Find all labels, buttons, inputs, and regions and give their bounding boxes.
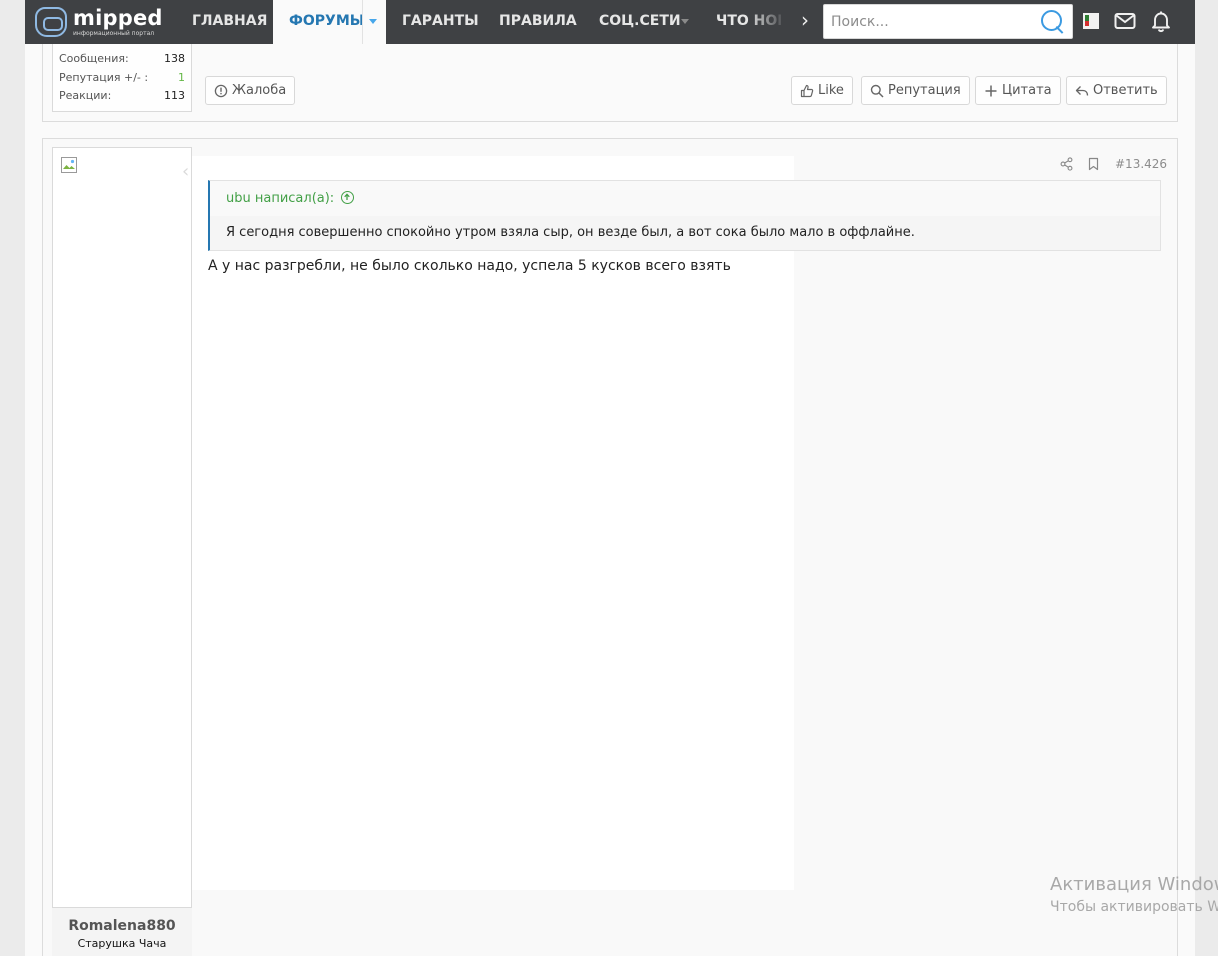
report-button[interactable]: Жалоба <box>205 76 296 105</box>
arrow-up-circle-icon[interactable] <box>341 191 355 204</box>
stat-label: Сообщения: <box>59 52 129 65</box>
quote-block: ubu написал(а): Я сегодня совершенно спо… <box>208 180 1161 251</box>
logo-brand: mipped <box>73 5 163 30</box>
reputation-button[interactable]: Репутация <box>861 76 970 105</box>
search-icon[interactable] <box>1040 9 1066 35</box>
reputation-label: Репутация <box>888 83 961 98</box>
username-link[interactable]: Romalena880 <box>52 918 192 934</box>
share-icon[interactable] <box>1060 157 1074 175</box>
nav-social-dropdown[interactable] <box>675 0 695 44</box>
site-logo[interactable]: mipped информационный портал <box>35 6 180 38</box>
search-icon <box>870 84 884 98</box>
reply-icon <box>1075 84 1089 98</box>
alert-circle-icon <box>214 84 228 98</box>
chevron-left-icon: ‹ <box>182 161 190 182</box>
search-box[interactable] <box>823 4 1073 39</box>
chat-flag-icon[interactable] <box>1078 8 1104 34</box>
gamepad-logo-icon <box>35 7 67 37</box>
post-number-link[interactable]: #13.426 <box>1115 157 1167 175</box>
user-info: Romalena880 Старушка Чача <box>52 907 192 956</box>
nav-home[interactable]: ГЛАВНАЯ <box>192 0 267 44</box>
stat-reactions: Реакции: 113 <box>59 87 185 106</box>
stat-label: Репутация +/- : <box>59 70 149 84</box>
bookmark-icon[interactable] <box>1088 157 1100 175</box>
watermark-subtitle: Чтобы активировать Windows <box>1050 899 1218 915</box>
search-input[interactable] <box>824 5 1024 38</box>
quote-text: Я сегодня совершенно спокойно утром взял… <box>226 225 915 240</box>
stat-value: 1 <box>178 70 185 84</box>
quote-author[interactable]: ubu написал(а): <box>226 191 334 206</box>
logo-tagline: информационный портал <box>73 29 155 37</box>
nav-forums-dropdown[interactable] <box>362 0 382 44</box>
report-label: Жалоба <box>232 83 287 98</box>
chevron-down-icon <box>681 19 689 24</box>
mail-icon[interactable] <box>1112 8 1138 34</box>
thumbs-up-icon <box>800 84 814 98</box>
quote-header[interactable]: ubu написал(а): <box>210 181 1160 216</box>
post-message: А у нас разгребли, не было сколько надо,… <box>208 258 731 274</box>
nav-guarantors[interactable]: ГАРАНТЫ <box>402 0 479 44</box>
user-title: Старушка Чача <box>77 937 167 950</box>
nav-social[interactable]: СОЦ.СЕТИ <box>599 0 681 44</box>
stat-label: Реакции: <box>59 89 112 102</box>
top-navbar: mipped информационный портал ГЛАВНАЯ ФОР… <box>25 0 1195 44</box>
activation-watermark: Активация Windows Чтобы активировать Win… <box>1050 873 1218 917</box>
nav-rules[interactable]: ПРАВИЛА <box>499 0 577 44</box>
broken-image-icon <box>61 157 77 173</box>
post-user-column <box>52 147 192 956</box>
like-button[interactable]: Like <box>791 76 853 105</box>
watermark-title: Активация Windows <box>1050 874 1218 895</box>
avatar[interactable] <box>60 156 78 174</box>
reply-button[interactable]: Ответить <box>1066 76 1167 105</box>
stat-reputation: Репутация +/- : 1 <box>59 69 185 88</box>
reply-label: Ответить <box>1093 83 1158 98</box>
user-stats: Сообщения: 138 Репутация +/- : 1 Реакции… <box>52 40 192 112</box>
nav-forums-label: ФОРУМЫ <box>289 13 365 29</box>
quote-button[interactable]: Цитата <box>975 76 1061 105</box>
chevron-down-icon <box>369 19 377 24</box>
stat-value: 138 <box>164 52 185 65</box>
stat-messages: Сообщения: 138 <box>59 50 185 69</box>
bell-icon[interactable] <box>1148 8 1174 34</box>
chevron-right-icon[interactable]: › <box>794 0 816 44</box>
stat-value: 113 <box>164 89 185 102</box>
like-label: Like <box>818 83 844 98</box>
plus-icon <box>984 84 998 98</box>
quote-label: Цитата <box>1002 83 1052 98</box>
nav-fade <box>747 0 791 44</box>
